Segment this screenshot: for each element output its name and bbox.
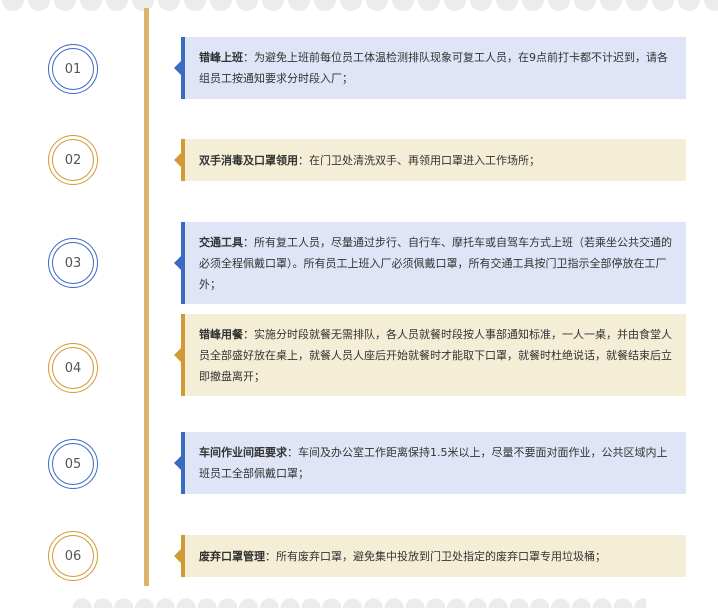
step-description: ：所有复工人员，尽量通过步行、自行车、摩托车或自驾车方式上班（若乘坐公共交通的必… [199,235,672,291]
card-pointer [174,153,181,167]
step-term: 错峰上班 [199,51,243,64]
step-number-badge: 05 [48,439,98,489]
timeline-line [144,8,149,586]
step-number-badge: 02 [48,135,98,185]
step-text: 错峰用餐：实施分时段就餐无需排队，各人员就餐时段按人事部通知标准，一人一桌，并由… [199,324,676,387]
card-pointer [174,61,181,75]
step-term: 错峰用餐 [199,327,243,341]
step-text: 废弃口罩管理：所有废弃口罩，避免集中投放到门卫处指定的废弃口罩专用垃圾桶； [199,546,606,567]
step-number: 04 [52,347,94,389]
step-term: 交通工具 [199,235,243,249]
card-pointer [174,456,181,470]
step-text: 双手消毒及口罩领用：在门卫处清洗双手、再领用口罩进入工作场所； [199,150,540,171]
step-number: 05 [52,443,94,485]
step-card: 废弃口罩管理：所有废弃口罩，避免集中投放到门卫处指定的废弃口罩专用垃圾桶； [174,535,686,577]
step-number: 01 [52,48,94,90]
step-description: ：在门卫处清洗双手、再领用口罩进入工作场所； [298,153,540,167]
step-card: 错峰上班：为避免上班前每位员工体温检测排队现象可复工人员，在9点前打卡都不计迟到… [174,37,686,99]
card-pointer [174,256,181,270]
step-number-badge: 01 [48,44,98,94]
step-description: ：所有废弃口罩，避免集中投放到门卫处指定的废弃口罩专用垃圾桶； [265,549,606,563]
step-card: 双手消毒及口罩领用：在门卫处清洗双手、再领用口罩进入工作场所； [174,139,686,181]
step-card: 交通工具：所有复工人员，尽量通过步行、自行车、摩托车或自驾车方式上班（若乘坐公共… [174,222,686,304]
step-term: 车间作业间距要求 [199,446,287,459]
step-description: ：实施分时段就餐无需排队，各人员就餐时段按人事部通知标准，一人一桌，并由食堂人员… [199,327,672,383]
step-text: 车间作业间距要求：车间及办公室工作距离保持1.5米以上，尽量不要面对面作业，公共… [199,442,676,484]
step-number: 02 [52,139,94,181]
step-number: 03 [52,242,94,284]
step-term: 废弃口罩管理 [199,549,265,563]
step-number-badge: 03 [48,238,98,288]
step-card: 车间作业间距要求：车间及办公室工作距离保持1.5米以上，尽量不要面对面作业，公共… [174,432,686,494]
step-description: ：为避免上班前每位员工体温检测排队现象可复工人员，在9点前打卡都不计迟到，请各组… [199,51,668,85]
bottom-scallop-border [71,592,647,608]
step-term: 双手消毒及口罩领用 [199,153,298,167]
step-text: 错峰上班：为避免上班前每位员工体温检测排队现象可复工人员，在9点前打卡都不计迟到… [199,47,676,89]
top-scallop-border [0,0,718,16]
step-card: 错峰用餐：实施分时段就餐无需排队，各人员就餐时段按人事部通知标准，一人一桌，并由… [174,314,686,396]
card-pointer [174,348,181,362]
step-number-badge: 06 [48,531,98,581]
step-number-badge: 04 [48,343,98,393]
card-pointer [174,549,181,563]
step-number: 06 [52,535,94,577]
step-text: 交通工具：所有复工人员，尽量通过步行、自行车、摩托车或自驾车方式上班（若乘坐公共… [199,232,676,295]
